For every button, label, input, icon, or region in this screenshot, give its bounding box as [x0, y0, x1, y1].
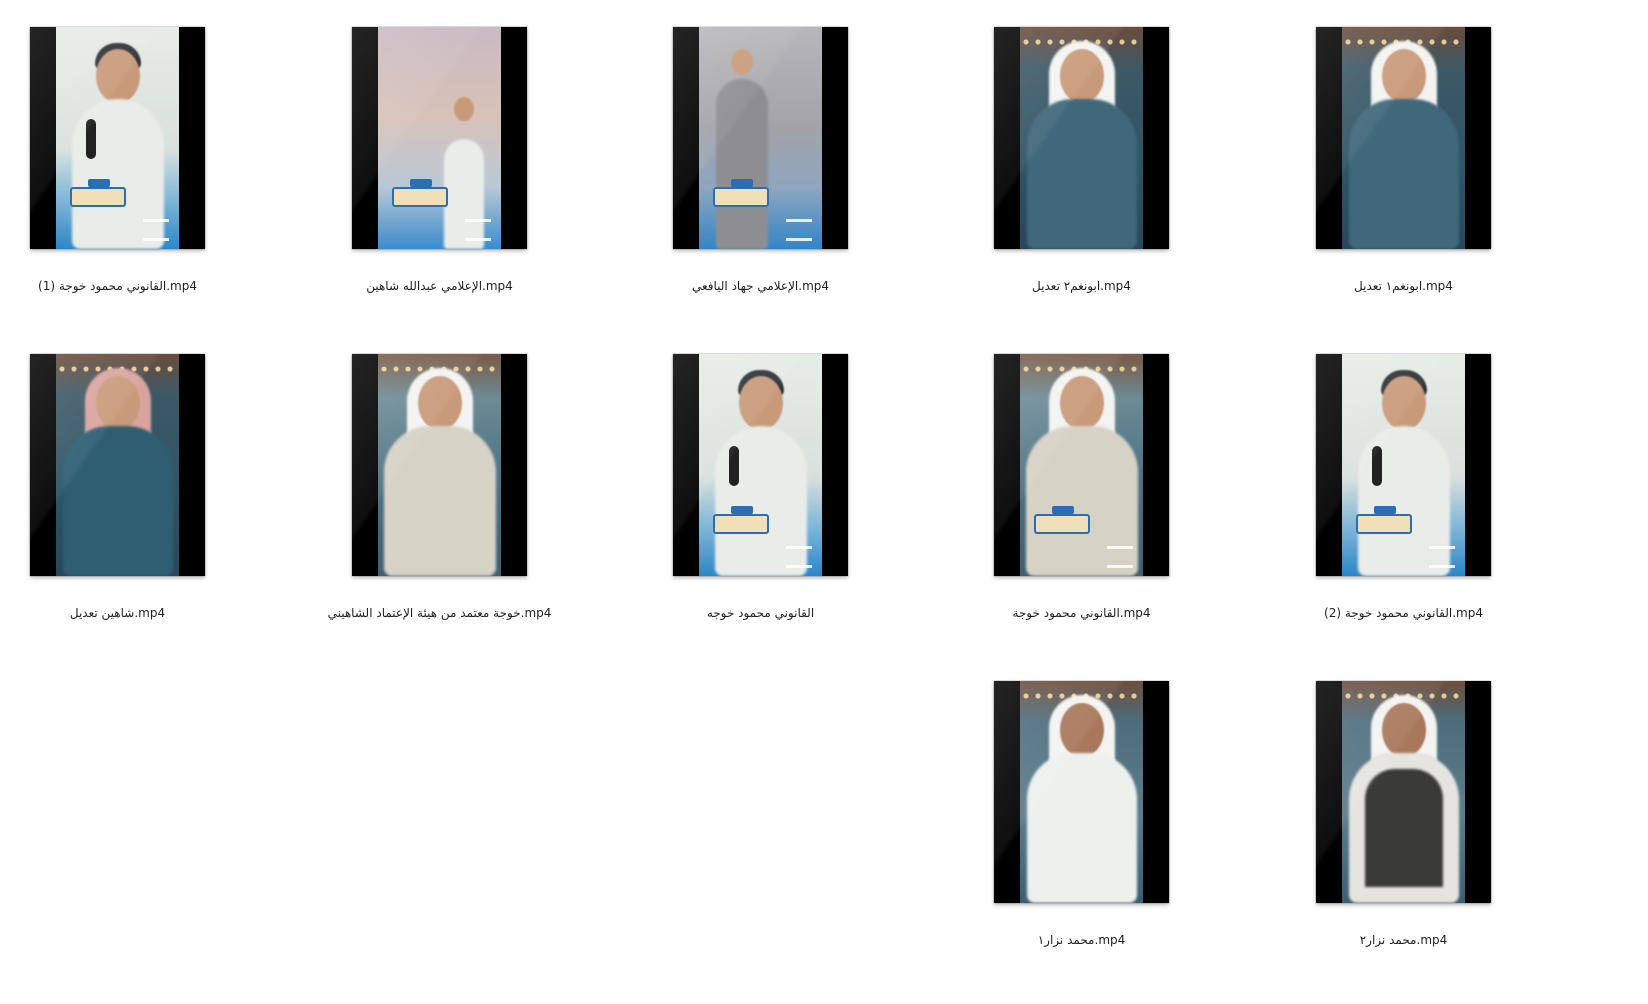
file-item[interactable]: الإعلامي عبدالله شاهين.mp4	[322, 27, 562, 327]
file-item[interactable]: الإعلامي جهاد اليافعي.mp4	[643, 27, 883, 327]
video-thumbnail[interactable]	[994, 681, 1169, 903]
file-name[interactable]: القانوني محمود خوجة.mp4	[934, 606, 1229, 620]
file-name[interactable]: القانوني محمود خوجة (2).mp4	[1256, 606, 1551, 620]
file-name[interactable]: ابونغم١ تعديل.mp4	[1256, 279, 1551, 293]
file-name[interactable]: الإعلامي جهاد اليافعي.mp4	[613, 279, 908, 293]
video-thumbnail[interactable]	[1316, 681, 1491, 903]
video-thumbnail[interactable]	[1316, 27, 1491, 249]
video-thumbnail[interactable]	[994, 354, 1169, 576]
file-name[interactable]: خوجة معتمد من هيئة الإعتماد الشاهيني.mp4	[292, 606, 587, 620]
file-item[interactable]: محمد نزار٢.mp4	[1286, 681, 1526, 981]
file-name[interactable]: القانوني محمود خوجة (1).mp4	[0, 279, 265, 293]
video-thumbnail[interactable]	[1316, 354, 1491, 576]
file-item[interactable]: خوجة معتمد من هيئة الإعتماد الشاهيني.mp4	[322, 354, 562, 654]
file-item[interactable]: القانوني محمود خوجه	[643, 354, 883, 654]
file-name[interactable]: محمد نزار٢.mp4	[1256, 933, 1551, 947]
file-item[interactable]: ابونغم١ تعديل.mp4	[1286, 27, 1526, 327]
file-item[interactable]: القانوني محمود خوجة (2).mp4	[1286, 354, 1526, 654]
file-item[interactable]: شاهين تعديل.mp4	[0, 354, 240, 654]
file-item[interactable]: محمد نزار١.mp4	[964, 681, 1204, 981]
file-item[interactable]: القانوني محمود خوجة.mp4	[964, 354, 1204, 654]
video-thumbnail[interactable]	[30, 354, 205, 576]
file-name[interactable]: محمد نزار١.mp4	[934, 933, 1229, 947]
file-name[interactable]: ابونغم٢ تعديل.mp4	[934, 279, 1229, 293]
video-thumbnail[interactable]	[673, 27, 848, 249]
video-thumbnail[interactable]	[994, 27, 1169, 249]
video-thumbnail[interactable]	[352, 354, 527, 576]
video-thumbnail[interactable]	[673, 354, 848, 576]
video-thumbnail[interactable]	[30, 27, 205, 249]
file-name[interactable]: شاهين تعديل.mp4	[0, 606, 265, 620]
file-item[interactable]: القانوني محمود خوجة (1).mp4	[0, 27, 240, 327]
file-name[interactable]: القانوني محمود خوجه	[613, 606, 908, 620]
file-grid: القانوني محمود خوجة (1).mp4 الإعلامي عبد…	[0, 0, 1648, 1004]
video-thumbnail[interactable]	[352, 27, 527, 249]
file-name[interactable]: الإعلامي عبدالله شاهين.mp4	[292, 279, 587, 293]
file-item[interactable]: ابونغم٢ تعديل.mp4	[964, 27, 1204, 327]
